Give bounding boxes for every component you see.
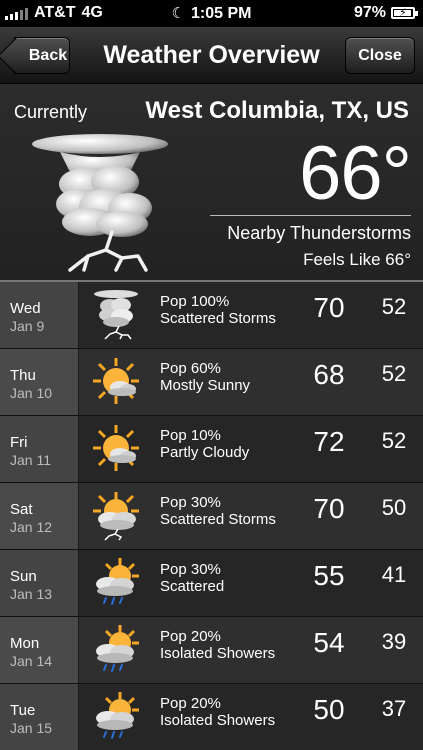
day-name: Sat bbox=[10, 501, 33, 518]
precipitation-chance: Pop 20% bbox=[160, 695, 221, 712]
day-name: Tue bbox=[10, 702, 36, 719]
status-time: 1:05 PM bbox=[190, 5, 252, 22]
precipitation-chance: Pop 30% bbox=[160, 561, 221, 578]
day-cell: Wed Jan 9 bbox=[0, 282, 79, 348]
forecast-row[interactable]: Tue Jan 15 Pop 20% Isolated Showers 50 37 bbox=[0, 684, 423, 750]
high-temperature: 68 bbox=[313, 359, 345, 390]
partly-cloudy-icon bbox=[90, 422, 142, 474]
forecast-description: Scattered Storms bbox=[160, 511, 276, 528]
day-date: Jan 12 bbox=[10, 519, 53, 535]
precipitation-chance: Pop 20% bbox=[160, 628, 221, 645]
battery-percent: 97% bbox=[353, 4, 386, 21]
forecast-row[interactable]: Wed Jan 9 Pop 100% Scattered Storms 70 52 bbox=[0, 282, 423, 349]
forecast-description: Partly Cloudy bbox=[160, 444, 250, 461]
high-temperature: 55 bbox=[313, 560, 345, 591]
thunderstorm-icon bbox=[32, 134, 168, 272]
sun-storm-icon bbox=[90, 489, 142, 541]
day-date: Jan 10 bbox=[10, 385, 53, 401]
day-cell: Fri Jan 11 bbox=[0, 416, 79, 482]
day-cell: Sun Jan 13 bbox=[0, 550, 79, 616]
forecast-description: Isolated Showers bbox=[160, 645, 276, 662]
forecast-row[interactable]: Mon Jan 14 Pop 20% Isolated Showers 54 39 bbox=[0, 617, 423, 684]
sun-rain-icon bbox=[90, 556, 142, 608]
day-cell: Tue Jan 15 bbox=[0, 684, 79, 750]
day-date: Jan 14 bbox=[10, 653, 53, 669]
day-name: Wed bbox=[10, 300, 41, 317]
day-cell: Thu Jan 10 bbox=[0, 349, 79, 415]
status-bar: AT&T 4G ☾ 1:05 PM 97% ⚡ bbox=[0, 0, 423, 27]
divider bbox=[210, 215, 411, 216]
location-label: West Columbia, TX, US bbox=[145, 97, 409, 124]
day-name: Mon bbox=[10, 635, 40, 652]
day-date: Jan 15 bbox=[10, 720, 53, 736]
high-temperature: 72 bbox=[313, 426, 345, 457]
low-temperature: 50 bbox=[381, 495, 407, 520]
high-temperature: 70 bbox=[313, 493, 345, 524]
high-temperature: 50 bbox=[313, 694, 345, 725]
low-temperature: 52 bbox=[381, 361, 407, 386]
forecast-description: Scattered bbox=[160, 578, 225, 595]
low-temperature: 52 bbox=[381, 428, 407, 453]
sun-rain-icon bbox=[90, 623, 142, 675]
partly-cloudy-icon bbox=[90, 355, 142, 407]
day-cell: Mon Jan 14 bbox=[0, 617, 79, 683]
high-temperature: 70 bbox=[313, 292, 345, 323]
navigation-bar: Back Weather Overview Close bbox=[0, 27, 423, 84]
forecast-list: Wed Jan 9 Pop 100% Scattered Storms 70 52 Thu… bbox=[0, 282, 423, 750]
forecast-row[interactable]: Fri Jan 11 Pop 10% Partly Cloudy 72 52 bbox=[0, 416, 423, 483]
thunderstorm-icon bbox=[90, 288, 142, 340]
day-name: Thu bbox=[10, 367, 36, 384]
forecast-description: Mostly Sunny bbox=[160, 377, 251, 394]
precipitation-chance: Pop 10% bbox=[160, 427, 221, 444]
day-date: Jan 9 bbox=[10, 318, 45, 334]
precipitation-chance: Pop 60% bbox=[160, 360, 221, 377]
current-condition: Nearby Thunderstorms bbox=[227, 223, 411, 243]
do-not-disturb-moon-icon: ☾ bbox=[171, 5, 185, 22]
precipitation-chance: Pop 30% bbox=[160, 494, 221, 511]
forecast-description: Isolated Showers bbox=[160, 712, 276, 729]
day-date: Jan 13 bbox=[10, 586, 53, 602]
sun-rain-icon bbox=[90, 690, 142, 742]
low-temperature: 52 bbox=[381, 294, 407, 319]
forecast-row[interactable]: Sat Jan 12 Pop 30% Scattered Storms 70 50 bbox=[0, 483, 423, 550]
current-temperature: 66° bbox=[299, 131, 412, 216]
low-temperature: 37 bbox=[381, 696, 407, 721]
forecast-row[interactable]: Thu Jan 10 Pop 60% Mostly Sunny 68 52 bbox=[0, 349, 423, 416]
day-cell: Sat Jan 12 bbox=[0, 483, 79, 549]
day-date: Jan 11 bbox=[10, 452, 51, 468]
low-temperature: 39 bbox=[381, 629, 407, 654]
close-button[interactable]: Close bbox=[345, 37, 415, 74]
day-name: Fri bbox=[10, 434, 28, 451]
forecast-description: Scattered Storms bbox=[160, 310, 276, 327]
current-conditions-panel: Currently West Columbia, TX, US 66° Near… bbox=[0, 84, 423, 282]
low-temperature: 41 bbox=[381, 562, 407, 587]
feels-like-label: Feels Like 66° bbox=[303, 250, 411, 269]
day-name: Sun bbox=[10, 568, 37, 585]
precipitation-chance: Pop 100% bbox=[160, 293, 230, 310]
high-temperature: 54 bbox=[313, 627, 345, 658]
currently-label: Currently bbox=[14, 102, 88, 122]
forecast-row[interactable]: Sun Jan 13 Pop 30% Scattered 55 41 bbox=[0, 550, 423, 617]
battery-charging-icon: ⚡ bbox=[391, 7, 418, 19]
